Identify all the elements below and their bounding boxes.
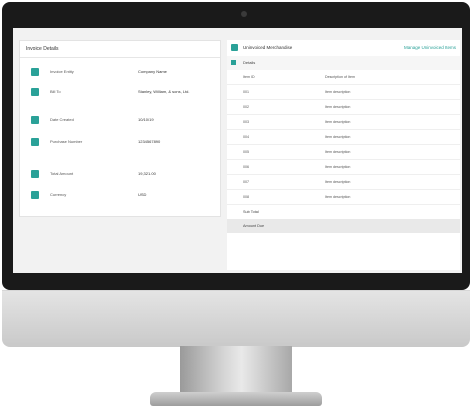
details-header[interactable]: Details: [227, 56, 460, 70]
building-icon: [31, 68, 39, 76]
total-amount-row: Total Amount 19,321.00: [20, 165, 220, 185]
details-label: Details: [243, 60, 256, 65]
table-row: Item ID Description of Item: [227, 70, 460, 85]
item-id: 005: [243, 150, 249, 154]
item-desc: Item description: [325, 180, 351, 184]
field-value: 10/10/19: [138, 117, 154, 122]
amount-due-label: Amount Due: [243, 224, 265, 228]
app-screen: Invoice Details Invoice Entity Company N…: [13, 28, 462, 273]
monitor-base: [150, 392, 322, 406]
item-id: 006: [243, 165, 249, 169]
monitor-bezel: Invoice Details Invoice Entity Company N…: [2, 2, 470, 290]
bill-to-row: Bill To Stanley, William, & sons, Ltd.: [20, 83, 220, 103]
field-label: Total Amount: [50, 171, 74, 176]
monitor-stand: [180, 346, 292, 394]
home-icon: [31, 170, 39, 178]
table-row: 004 Item description: [227, 130, 460, 145]
tag-icon: [231, 44, 238, 51]
manage-items-link[interactable]: Manage Uninvoiced Items: [404, 40, 456, 56]
currency-icon: [31, 191, 39, 199]
calendar-icon: [31, 116, 39, 124]
panel-title: Uninvoiced Merchandise: [243, 45, 293, 50]
item-id: 007: [243, 180, 249, 184]
chevron-icon: [231, 60, 236, 65]
invoice-entity-row: Invoice Entity Company Name: [20, 63, 220, 83]
item-id: 003: [243, 120, 249, 124]
table-row: 002 Item description: [227, 100, 460, 115]
item-desc: Item description: [325, 120, 351, 124]
item-id: 002: [243, 105, 249, 109]
table-row: 007 Item description: [227, 175, 460, 190]
invoice-details-panel: Invoice Details Invoice Entity Company N…: [19, 40, 221, 217]
subtotal-row: Sub Total: [227, 205, 460, 219]
panel-title: Invoice Details: [20, 41, 220, 58]
table-row: 006 Item description: [227, 160, 460, 175]
field-label: Purchase Number: [50, 139, 83, 144]
field-label: Invoice Entity: [50, 69, 74, 74]
merchandise-panel: Uninvoiced Merchandise Manage Uninvoiced…: [227, 40, 460, 270]
monitor-chin: [2, 290, 470, 347]
item-desc: Item description: [325, 150, 351, 154]
item-desc: Item description: [325, 105, 351, 109]
camera-icon: [241, 11, 247, 17]
field-label: Bill To: [50, 89, 61, 94]
field-value: Company Name: [138, 69, 167, 74]
item-desc: Item description: [325, 195, 351, 199]
item-id: 004: [243, 135, 249, 139]
field-value: 19,321.00: [138, 171, 156, 176]
field-value: 1234567890: [138, 139, 161, 144]
item-id: 001: [243, 90, 249, 94]
field-value: Stanley, William, & sons, Ltd.: [138, 89, 190, 94]
field-label: Date Created: [50, 117, 74, 122]
table-row: 008 Item description: [227, 190, 460, 205]
user-icon: [31, 88, 39, 96]
table-row: 001 Item description: [227, 85, 460, 100]
amount-due-row: Amount Due: [227, 219, 460, 233]
field-value: USD: [138, 192, 147, 197]
currency-row: Currency USD: [20, 186, 220, 206]
purchase-number-row: Purchase Number 1234567890: [20, 133, 220, 153]
item-desc: Item description: [325, 90, 351, 94]
subtotal-label: Sub Total: [243, 210, 259, 214]
invoice-icon: [31, 138, 39, 146]
panel-header: Uninvoiced Merchandise Manage Uninvoiced…: [227, 40, 460, 56]
item-desc: Item description: [325, 165, 351, 169]
date-created-row: Date Created 10/10/19: [20, 111, 220, 131]
item-desc: Item description: [325, 135, 351, 139]
table-row: 005 Item description: [227, 145, 460, 160]
table-row: 003 Item description: [227, 115, 460, 130]
item-id: 008: [243, 195, 249, 199]
item-id: Item ID: [243, 75, 255, 79]
field-label: Currency: [50, 192, 67, 197]
item-desc: Description of Item: [325, 75, 355, 79]
